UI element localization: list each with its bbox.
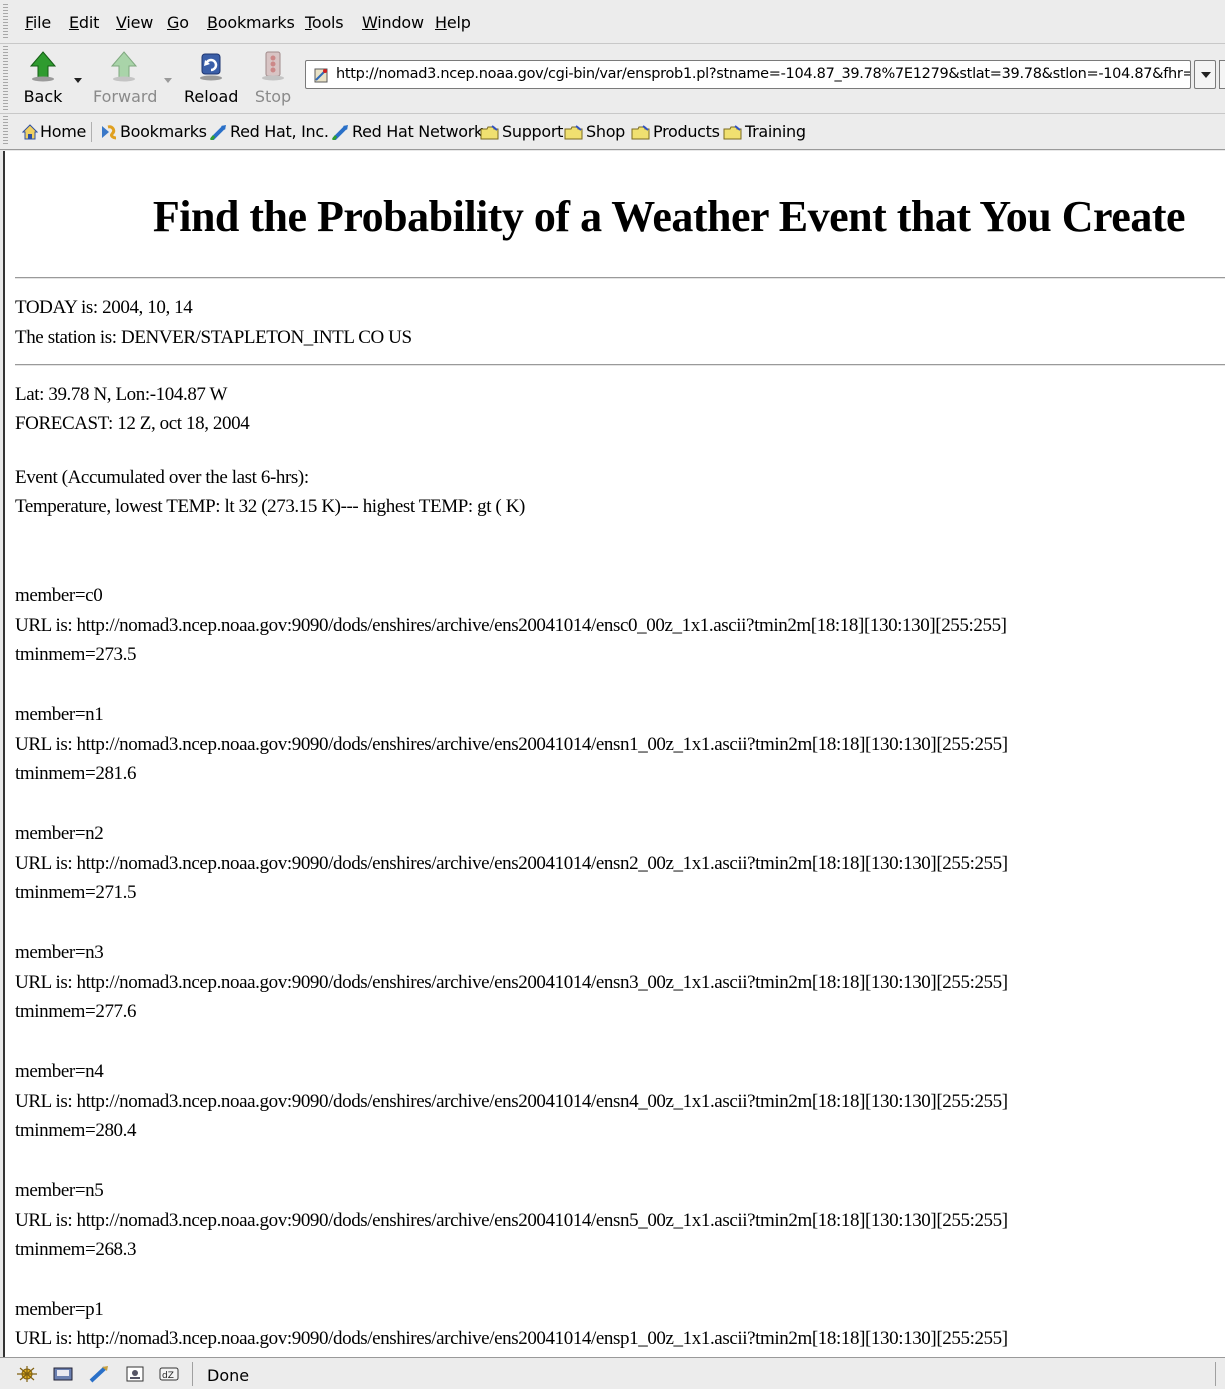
event-heading: Event (Accumulated over the last 6-hrs): <box>15 467 309 488</box>
member-url: URL is: http://nomad3.ncep.noaa.gov:9090… <box>15 1091 1008 1112</box>
back-button[interactable]: Back <box>18 50 68 110</box>
menu-file[interactable]: File <box>25 13 51 32</box>
status-bar: dZ Done <box>0 1357 1225 1389</box>
reload-icon <box>200 53 222 81</box>
forward-button[interactable]: Forward <box>93 50 158 110</box>
toolbar-home[interactable]: Home <box>22 122 86 142</box>
menu-go[interactable]: Go <box>167 13 189 32</box>
member-label: member=n5 <box>15 1180 104 1201</box>
redhat-link-icon <box>210 125 226 140</box>
member-label: member=n1 <box>15 704 104 725</box>
search-button-edge[interactable] <box>1219 60 1225 89</box>
back-history-dropdown[interactable] <box>74 78 82 83</box>
stop-label: Stop <box>254 87 292 106</box>
horizontal-rule <box>15 277 1225 279</box>
toolbar-training-folder[interactable]: Training <box>723 122 806 142</box>
member-tmin: tminmem=281.6 <box>15 763 137 784</box>
member-url: URL is: http://nomad3.ncep.noaa.gov:9090… <box>15 1210 1008 1231</box>
navigation-toolbar: Back Forward Reload Stop http://nomad3.n… <box>0 44 1225 114</box>
menu-bar: File Edit View Go Bookmarks Tools Window… <box>0 0 1225 44</box>
toolbar-redhat-inc[interactable]: Red Hat, Inc. <box>210 122 329 142</box>
bookmarks-icon <box>102 125 117 140</box>
member-tmin: tminmem=277.6 <box>15 1001 137 1022</box>
today-text: TODAY is: 2004, 10, 14 <box>15 297 193 318</box>
svg-text:dZ: dZ <box>162 1371 174 1381</box>
toolbar-support-label: Support <box>502 122 564 141</box>
toolbar-products-folder[interactable]: Products <box>631 122 720 142</box>
member-label: member=p1 <box>15 1299 104 1320</box>
member-tmin: tminmem=280.4 <box>15 1120 137 1141</box>
member-url: URL is: http://nomad3.ncep.noaa.gov:9090… <box>15 972 1008 993</box>
toolbar-separator <box>91 122 92 142</box>
toolbar-support-folder[interactable]: Support <box>480 122 563 142</box>
url-bar[interactable]: http://nomad3.ncep.noaa.gov/cgi-bin/var/… <box>305 60 1191 89</box>
folder-icon <box>564 125 583 140</box>
toolbar-redhat-network[interactable]: Red Hat Network <box>332 122 483 142</box>
mail-icon[interactable] <box>52 1365 74 1383</box>
stop-icon <box>262 51 284 81</box>
page-proxy-icon <box>314 68 328 83</box>
home-icon <box>22 124 38 140</box>
folder-icon <box>480 125 499 140</box>
navigator-icon[interactable] <box>16 1365 38 1383</box>
toolbar-bookmarks-label: Bookmarks <box>120 122 207 141</box>
page-title: Find the Probability of a Weather Event … <box>152 192 1186 241</box>
url-history-dropdown[interactable] <box>1194 60 1216 89</box>
page-content[interactable]: Find the Probability of a Weather Event … <box>3 151 1225 1357</box>
member-tmin: tminmem=268.3 <box>15 1239 137 1260</box>
menu-window[interactable]: Window <box>362 13 424 32</box>
member-url: URL is: http://nomad3.ncep.noaa.gov:9090… <box>15 734 1008 755</box>
station-text: The station is: DENVER/STAPLETON_INTL CO… <box>15 327 412 348</box>
toolbar-shop-folder[interactable]: Shop <box>564 122 625 142</box>
address-book-icon[interactable] <box>124 1365 146 1383</box>
forward-arrow-icon <box>110 51 138 82</box>
url-text[interactable]: http://nomad3.ncep.noaa.gov/cgi-bin/var/… <box>336 66 1190 82</box>
horizontal-rule <box>15 364 1225 366</box>
member-label: member=n2 <box>15 823 104 844</box>
member-label: member=c0 <box>15 585 103 606</box>
toolbar-shop-label: Shop <box>586 122 626 141</box>
redhat-network-link-icon <box>332 125 348 140</box>
member-tmin: tminmem=271.5 <box>15 882 137 903</box>
toolbar-products-label: Products <box>653 122 720 141</box>
stop-button[interactable]: Stop <box>252 50 294 110</box>
status-separator <box>1215 1362 1216 1386</box>
back-label: Back <box>23 87 63 106</box>
menu-bookmarks[interactable]: Bookmarks <box>207 13 295 32</box>
menu-help[interactable]: Help <box>435 13 471 32</box>
toolbar-bookmarks[interactable]: Bookmarks <box>100 122 207 142</box>
member-tmin: tminmem=273.5 <box>15 644 137 665</box>
toolbar-redhat-network-label: Red Hat Network <box>352 122 483 141</box>
member-url: URL is: http://nomad3.ncep.noaa.gov:9090… <box>15 1328 1008 1349</box>
toolbar-redhat-inc-label: Red Hat, Inc. <box>230 122 329 141</box>
navbar-grip[interactable] <box>3 46 8 110</box>
personal-toolbar: Home Bookmarks Red Hat, Inc. Red Hat Net… <box>0 114 1225 150</box>
reload-label: Reload <box>184 87 239 106</box>
toolbar-home-label: Home <box>40 122 87 141</box>
latlon-text: Lat: 39.78 N, Lon:-104.87 W <box>15 384 228 405</box>
menu-edit[interactable]: Edit <box>69 13 99 32</box>
composer-icon[interactable] <box>88 1365 110 1383</box>
member-url: URL is: http://nomad3.ncep.noaa.gov:9090… <box>15 853 1008 874</box>
status-text: Done <box>207 1366 250 1385</box>
menubar-grip[interactable] <box>3 4 8 40</box>
status-separator <box>192 1362 193 1386</box>
toolbar-training-label: Training <box>745 122 806 141</box>
event-detail: Temperature, lowest TEMP: lt 32 (273.15 … <box>15 496 525 517</box>
irc-chat-icon[interactable]: dZ <box>158 1365 180 1383</box>
folder-icon <box>723 125 742 140</box>
folder-icon <box>631 125 650 140</box>
forecast-text: FORECAST: 12 Z, oct 18, 2004 <box>15 413 250 434</box>
reload-button[interactable]: Reload <box>184 50 238 110</box>
menu-tools[interactable]: Tools <box>305 13 344 32</box>
forward-label: Forward <box>93 87 158 106</box>
personalbar-grip[interactable] <box>3 116 8 146</box>
menu-view[interactable]: View <box>116 13 153 32</box>
member-url: URL is: http://nomad3.ncep.noaa.gov:9090… <box>15 615 1007 636</box>
back-arrow-icon <box>29 51 57 82</box>
member-label: member=n4 <box>15 1061 104 1082</box>
forward-history-dropdown[interactable] <box>164 78 172 83</box>
member-label: member=n3 <box>15 942 104 963</box>
